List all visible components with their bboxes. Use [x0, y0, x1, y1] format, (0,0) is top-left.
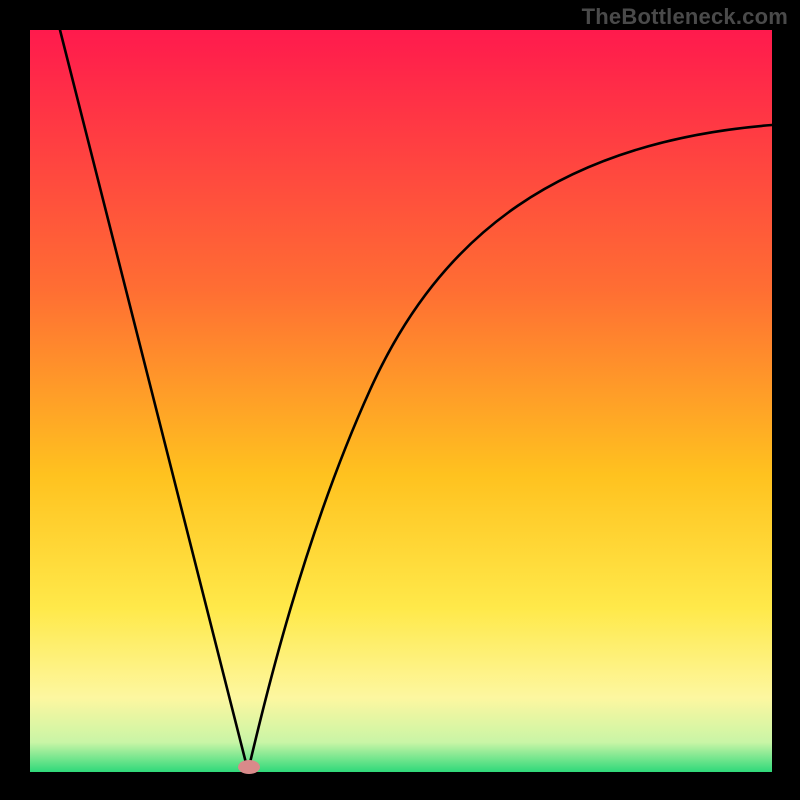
bottleneck-chart: [0, 0, 800, 800]
plot-area-bg: [30, 30, 772, 772]
min-marker: [238, 760, 260, 774]
chart-frame: TheBottleneck.com: [0, 0, 800, 800]
watermark-text: TheBottleneck.com: [582, 4, 788, 30]
